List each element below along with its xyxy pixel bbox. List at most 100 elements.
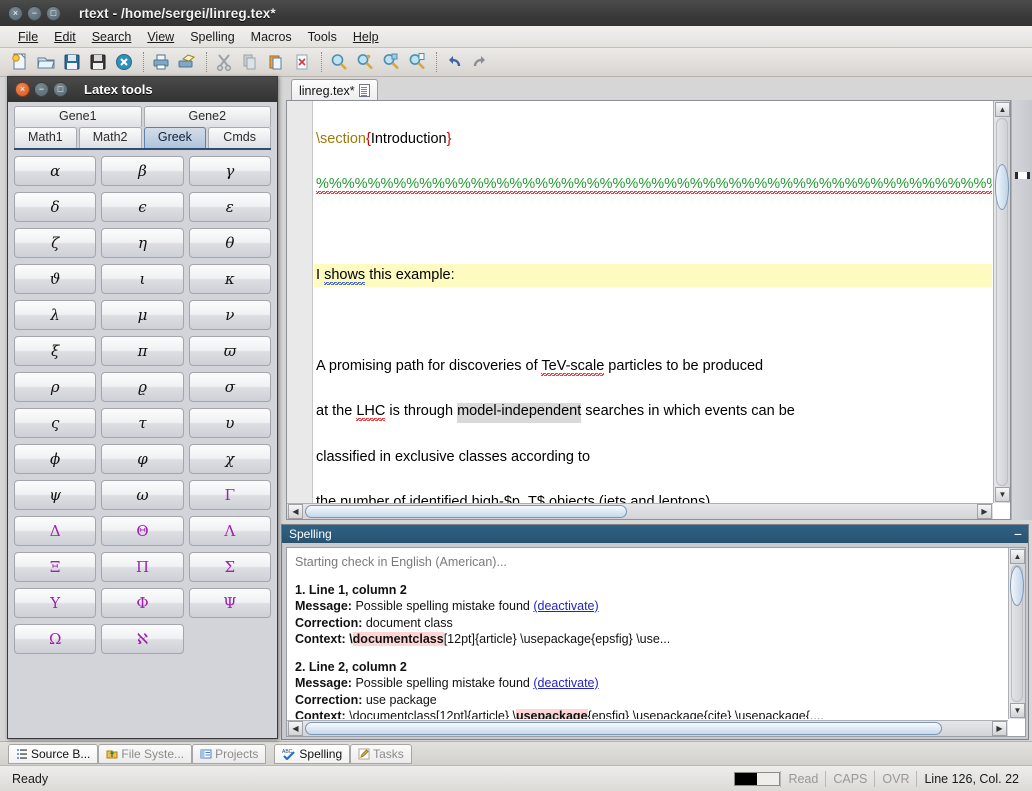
greek-symbol-button[interactable]: Φ — [101, 588, 184, 618]
bottom-tab-projects[interactable]: Projects — [192, 743, 267, 764]
greek-symbol-button[interactable]: κ — [188, 264, 271, 294]
greek-symbol-button[interactable]: γ — [188, 156, 271, 186]
tab-cmds[interactable]: Cmds — [208, 127, 271, 148]
greek-symbol-button[interactable]: υ — [188, 408, 271, 438]
open-file-button[interactable] — [34, 50, 58, 74]
print-button[interactable] — [149, 50, 173, 74]
find-button[interactable] — [327, 50, 351, 74]
scroll-left-button[interactable]: ◀ — [288, 504, 303, 519]
editor-vscroll-thumb[interactable] — [995, 164, 1009, 210]
greek-symbol-button[interactable]: ξ — [14, 336, 97, 366]
save-all-button[interactable] — [86, 50, 110, 74]
editor-hscroll-thumb[interactable] — [305, 505, 627, 518]
greek-symbol-button[interactable]: ρ — [14, 372, 97, 402]
greek-symbol-button[interactable]: ζ — [14, 228, 97, 258]
paste-button[interactable] — [264, 50, 288, 74]
redo-button[interactable] — [468, 50, 492, 74]
deactivate-link[interactable]: (deactivate) — [533, 676, 598, 690]
greek-symbol-button[interactable]: τ — [101, 408, 184, 438]
deactivate-link[interactable]: (deactivate) — [533, 599, 598, 613]
greek-symbol-button[interactable]: λ — [14, 300, 97, 330]
bottom-tab-file-system[interactable]: File Syste... — [98, 743, 193, 764]
menu-view[interactable]: View — [139, 28, 182, 46]
greek-symbol-button[interactable]: η — [101, 228, 184, 258]
menu-help[interactable]: Help — [345, 28, 387, 46]
greek-symbol-button[interactable]: ϵ — [101, 192, 184, 222]
greek-symbol-button[interactable]: Δ — [14, 516, 97, 546]
close-file-button[interactable] — [112, 50, 136, 74]
greek-symbol-button[interactable]: ε — [188, 192, 271, 222]
greek-symbol-button[interactable]: π — [101, 336, 184, 366]
greek-symbol-button[interactable]: Ω — [14, 624, 97, 654]
greek-symbol-button[interactable]: θ — [188, 228, 271, 258]
greek-symbol-button[interactable]: ϖ — [188, 336, 271, 366]
spelling-vscroll-thumb[interactable] — [1010, 566, 1024, 606]
greek-symbol-button[interactable]: α — [14, 156, 97, 186]
greek-symbol-button[interactable]: ι — [101, 264, 184, 294]
greek-symbol-button[interactable]: Γ — [188, 480, 271, 510]
menu-spelling[interactable]: Spelling — [182, 28, 242, 46]
menu-macros[interactable]: Macros — [243, 28, 300, 46]
greek-symbol-button[interactable]: σ — [188, 372, 271, 402]
scroll-up-button[interactable]: ▲ — [995, 102, 1010, 117]
tab-gene1[interactable]: Gene1 — [14, 106, 142, 127]
menu-edit[interactable]: Edit — [46, 28, 84, 46]
spelling-vertical-scrollbar[interactable]: ▲ ▼ — [1008, 548, 1025, 719]
status-toggle-indicator[interactable] — [734, 771, 781, 786]
window-minimize-button[interactable]: − — [27, 5, 42, 21]
scroll-down-button[interactable]: ▼ — [995, 487, 1010, 502]
find-in-files-button[interactable] — [405, 50, 429, 74]
greek-symbol-button[interactable]: Ξ — [14, 552, 97, 582]
latex-tools-close-button[interactable]: × — [15, 82, 30, 97]
find-next-button[interactable] — [353, 50, 377, 74]
undo-button[interactable] — [442, 50, 466, 74]
greek-symbol-button[interactable]: ϕ — [14, 444, 97, 474]
menu-file[interactable]: File — [10, 28, 46, 46]
greek-symbol-button[interactable]: Λ — [188, 516, 271, 546]
tab-math2[interactable]: Math2 — [78, 127, 142, 148]
greek-symbol-button[interactable]: φ — [101, 444, 184, 474]
greek-symbol-button[interactable]: ϱ — [101, 372, 184, 402]
replace-button[interactable] — [379, 50, 403, 74]
latex-tools-window[interactable]: × − □ Latex tools Gene1 Gene2 Math1 Math… — [7, 76, 278, 739]
spelling-entry[interactable]: 1. Line 1, column 2 Message: Possible sp… — [295, 582, 999, 648]
spelling-hscroll-thumb[interactable] — [305, 722, 942, 735]
greek-symbol-button[interactable]: ν — [188, 300, 271, 330]
editor-horizontal-scrollbar[interactable]: ◀ ▶ — [287, 503, 993, 519]
greek-symbol-button[interactable]: ℵ — [101, 624, 184, 654]
scroll-right-button[interactable]: ▶ — [977, 504, 992, 519]
menu-tools[interactable]: Tools — [300, 28, 345, 46]
tab-gene2[interactable]: Gene2 — [143, 106, 271, 127]
collapsed-side-panel-handle[interactable] — [1011, 100, 1032, 520]
editor-vertical-scrollbar[interactable]: ▲ ▼ — [993, 101, 1010, 503]
greek-symbol-button[interactable]: ϑ — [14, 264, 97, 294]
copy-button[interactable] — [238, 50, 262, 74]
print-preview-button[interactable] — [175, 50, 199, 74]
bottom-tab-source-browser[interactable]: Source B... — [8, 743, 99, 764]
spelling-horizontal-scrollbar[interactable]: ◀ ▶ — [287, 720, 1008, 736]
window-maximize-button[interactable]: □ — [46, 5, 61, 21]
new-file-button[interactable] — [8, 50, 32, 74]
spelling-panel-minimize-button[interactable]: − — [1014, 527, 1022, 541]
spelling-entry[interactable]: 2. Line 2, column 2 Message: Possible sp… — [295, 659, 999, 719]
greek-symbol-button[interactable]: ς — [14, 408, 97, 438]
save-button[interactable] — [60, 50, 84, 74]
greek-symbol-button[interactable]: Ψ — [188, 588, 271, 618]
cut-button[interactable] — [212, 50, 236, 74]
greek-symbol-button[interactable]: ψ — [14, 480, 97, 510]
greek-symbol-button[interactable]: Σ — [188, 552, 271, 582]
latex-tools-minimize-button[interactable]: − — [34, 82, 49, 97]
editor-text[interactable]: \section{Introduction} %%%%%%%%%%%%%%%%%… — [314, 101, 992, 503]
scroll-left-button[interactable]: ◀ — [288, 721, 303, 736]
window-close-button[interactable]: × — [8, 5, 23, 21]
greek-symbol-button[interactable]: δ — [14, 192, 97, 222]
greek-symbol-button[interactable]: Π — [101, 552, 184, 582]
greek-symbol-button[interactable]: Υ — [14, 588, 97, 618]
editor-area[interactable]: \section{Introduction} %%%%%%%%%%%%%%%%%… — [286, 100, 1011, 520]
greek-symbol-button[interactable]: β — [101, 156, 184, 186]
editor-tab-linreg[interactable]: linreg.tex* — [291, 79, 378, 101]
greek-symbol-button[interactable]: ω — [101, 480, 184, 510]
latex-tools-maximize-button[interactable]: □ — [53, 82, 68, 97]
tab-greek[interactable]: Greek — [143, 127, 207, 148]
greek-symbol-button[interactable]: Θ — [101, 516, 184, 546]
